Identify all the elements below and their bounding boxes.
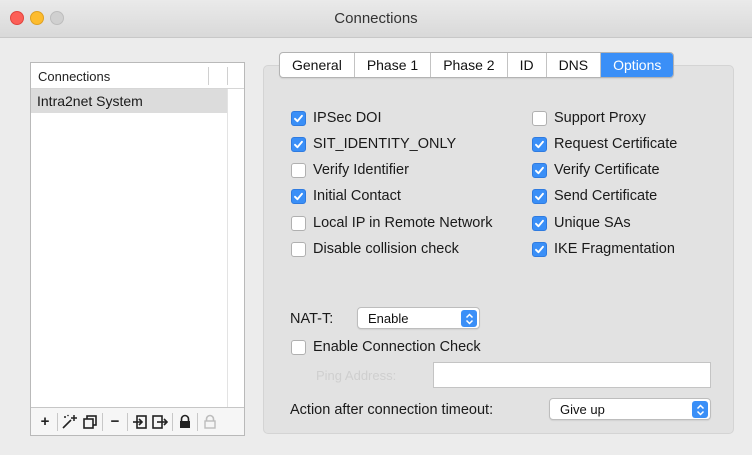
tab-phase-2[interactable]: Phase 2	[431, 53, 508, 77]
nat-t-select[interactable]: Enable	[357, 307, 480, 329]
sidebar-toolbar: + −	[31, 407, 244, 435]
initial-contact-checkbox[interactable]	[291, 188, 306, 204]
ike-fragmentation-label: IKE Fragmentation	[554, 241, 675, 257]
column-divider	[227, 67, 228, 85]
local-ip-in-remote-network-checkbox[interactable]	[291, 215, 306, 231]
toolbar-separator	[57, 412, 58, 431]
duplicate-icon	[83, 414, 97, 429]
add-connection-button[interactable]: +	[35, 412, 55, 432]
title-bar: Connections	[0, 0, 752, 38]
sit-identity-only-option[interactable]: SIT_IDENTITY_ONLY	[291, 136, 456, 152]
tab-phase-1[interactable]: Phase 1	[355, 53, 432, 77]
tab-options[interactable]: Options	[601, 53, 674, 77]
remove-connection-button[interactable]: −	[105, 412, 125, 432]
verify-identifier-label: Verify Identifier	[313, 162, 409, 178]
list-divider	[227, 89, 228, 407]
unique-sas-label: Unique SAs	[554, 215, 631, 231]
disable-collision-check-label: Disable collision check	[313, 241, 459, 257]
ipsec-doi-label: IPSec DOI	[313, 110, 382, 126]
request-certificate-option[interactable]: Request Certificate	[532, 136, 677, 152]
export-icon	[152, 414, 168, 429]
send-certificate-checkbox[interactable]	[532, 188, 547, 204]
tab-id[interactable]: ID	[508, 53, 547, 77]
plus-icon: +	[40, 413, 50, 430]
tab-general[interactable]: General	[280, 53, 355, 77]
connections-column-header[interactable]: Connections	[31, 63, 244, 89]
toolbar-separator	[197, 412, 198, 431]
import-icon	[133, 414, 147, 429]
toolbar-separator	[127, 412, 128, 431]
verify-certificate-option[interactable]: Verify Certificate	[532, 162, 660, 178]
lock-button[interactable]	[175, 412, 195, 432]
magic-wand-icon	[62, 414, 77, 429]
unlock-icon	[204, 414, 216, 429]
nat-t-value: Enable	[368, 311, 409, 326]
connection-wizard-button[interactable]	[60, 412, 80, 432]
support-proxy-label: Support Proxy	[554, 110, 646, 126]
sit-identity-only-label: SIT_IDENTITY_ONLY	[313, 136, 457, 152]
export-connection-button[interactable]	[150, 412, 170, 432]
unique-sas-option[interactable]: Unique SAs	[532, 215, 631, 231]
request-certificate-checkbox[interactable]	[532, 136, 547, 152]
toolbar-separator	[102, 412, 103, 431]
support-proxy-checkbox[interactable]	[532, 110, 547, 126]
ping-address-field[interactable]	[433, 362, 711, 388]
ike-fragmentation-checkbox[interactable]	[532, 241, 547, 257]
connection-list-item[interactable]: Intra2net System	[31, 89, 227, 113]
nat-t-label: NAT-T:	[290, 311, 334, 327]
verify-identifier-checkbox[interactable]	[291, 162, 306, 178]
local-ip-in-remote-network-option[interactable]: Local IP in Remote Network	[291, 215, 492, 231]
window-title: Connections	[334, 10, 418, 27]
column-divider	[208, 67, 209, 85]
timeout-action-select[interactable]: Give up	[549, 398, 711, 420]
enable-connection-check-label: Enable Connection Check	[313, 339, 481, 355]
disable-collision-check-checkbox[interactable]	[291, 241, 306, 257]
support-proxy-option[interactable]: Support Proxy	[532, 110, 646, 126]
toolbar-separator	[172, 412, 173, 431]
initial-contact-option[interactable]: Initial Contact	[291, 188, 401, 204]
unique-sas-checkbox[interactable]	[532, 215, 547, 231]
tab-dns[interactable]: DNS	[547, 53, 602, 77]
ike-fragmentation-option[interactable]: IKE Fragmentation	[532, 241, 675, 257]
updown-chevron-icon	[692, 401, 708, 418]
tab-bar: General Phase 1 Phase 2 ID DNS Options	[279, 52, 675, 78]
verify-certificate-label: Verify Certificate	[554, 162, 660, 178]
request-certificate-label: Request Certificate	[554, 136, 678, 152]
duplicate-connection-button[interactable]	[80, 412, 100, 432]
ping-address-label: Ping Address:	[316, 368, 397, 383]
connections-sidebar: Connections Intra2net System + −	[30, 62, 245, 436]
enable-connection-check-option[interactable]: Enable Connection Check	[291, 339, 481, 355]
ipsec-doi-option[interactable]: IPSec DOI	[291, 110, 382, 126]
initial-contact-label: Initial Contact	[313, 188, 401, 204]
enable-connection-check-checkbox[interactable]	[291, 339, 306, 355]
lock-icon	[180, 414, 190, 428]
timeout-action-label: Action after connection timeout:	[290, 402, 494, 418]
send-certificate-label: Send Certificate	[554, 188, 658, 204]
sit-identity-only-checkbox[interactable]	[291, 136, 306, 152]
ipsec-doi-checkbox[interactable]	[291, 110, 306, 126]
updown-chevron-icon	[461, 310, 477, 327]
verify-certificate-checkbox[interactable]	[532, 162, 547, 178]
local-ip-in-remote-network-label: Local IP in Remote Network	[313, 215, 493, 231]
import-connection-button[interactable]	[130, 412, 150, 432]
unlock-button[interactable]	[200, 412, 220, 432]
connections-header-label: Connections	[38, 69, 111, 84]
send-certificate-option[interactable]: Send Certificate	[532, 188, 657, 204]
timeout-action-value: Give up	[560, 402, 605, 417]
disable-collision-check-option[interactable]: Disable collision check	[291, 241, 459, 257]
verify-identifier-option[interactable]: Verify Identifier	[291, 162, 409, 178]
minus-icon: −	[110, 413, 120, 430]
